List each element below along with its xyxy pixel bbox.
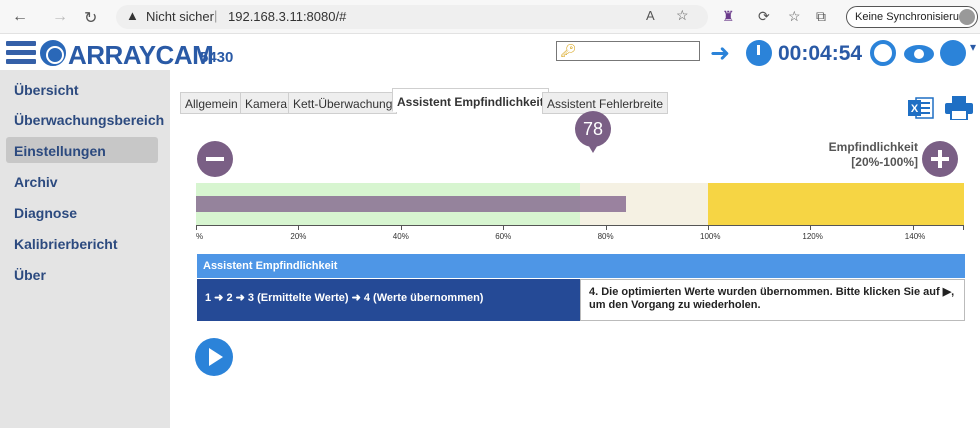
logo-icon: [40, 40, 66, 66]
scale-tick-label: 20%: [290, 232, 307, 241]
address-separator: |: [214, 8, 218, 23]
app-header: ARRAYCAM 5430 🔑︎ ➜ 00:04:54: [0, 36, 980, 70]
decrease-button[interactable]: [197, 141, 233, 177]
print-icon[interactable]: [944, 96, 974, 120]
key-icon: 🔑︎: [560, 43, 577, 58]
forward-icon[interactable]: →: [52, 8, 68, 26]
back-icon[interactable]: ←: [12, 8, 28, 26]
scale-tick-label: %: [196, 232, 204, 241]
tab-assistent-fehlerbreite[interactable]: Assistent Fehlerbreite: [542, 92, 669, 114]
scale-tick: [963, 225, 964, 230]
clock-icon: [746, 40, 772, 66]
scale-tick: [503, 225, 505, 230]
favorite-icon[interactable]: ☆: [676, 7, 689, 24]
play-button[interactable]: [195, 338, 233, 376]
scale-tick: [708, 225, 709, 230]
sidebar-item-diagnose[interactable]: Diagnose: [6, 199, 158, 225]
sensitivity-value-marker: 78: [575, 111, 611, 153]
increase-button[interactable]: [922, 141, 958, 177]
tab-allgemein[interactable]: Allgemein: [180, 92, 243, 114]
assistant-title: Assistent Empfindlichkeit: [197, 254, 965, 278]
scale-tick: [400, 225, 402, 230]
scale-tick-label: 40%: [392, 232, 409, 241]
language-icon[interactable]: [940, 40, 976, 66]
security-label[interactable]: Nicht sicher: [146, 9, 214, 24]
scale-tick-label: 120%: [802, 232, 823, 241]
logout-icon[interactable]: ➜: [710, 39, 730, 68]
sidebar-item-kalibrierbericht[interactable]: Kalibrierbericht: [6, 230, 158, 256]
sidebar-item-ueber[interactable]: Über: [6, 261, 158, 287]
svg-text:X: X: [911, 103, 919, 115]
scale-zone: [708, 183, 964, 225]
sensitivity-bar: [196, 196, 627, 212]
read-aloud-icon[interactable]: A: [646, 8, 655, 23]
sensitivity-label-title: Empfindlichkeit: [828, 140, 918, 154]
sensitivity-scale[interactable]: [196, 183, 964, 225]
scale-tick-label: 100%: [700, 232, 721, 241]
sync-button[interactable]: Keine Synchronisierung: [846, 6, 978, 28]
sidebar-item-archiv[interactable]: Archiv: [6, 168, 158, 194]
scale-tick: [810, 225, 812, 230]
scale-tick-label: 80%: [597, 232, 614, 241]
session-timer: 00:04:54: [778, 42, 863, 65]
refresh-extension-icon[interactable]: ⟳: [758, 8, 770, 25]
tab-kamera[interactable]: Kamera: [240, 92, 293, 114]
menu-icon[interactable]: [6, 41, 36, 65]
excel-export-icon[interactable]: X: [908, 96, 934, 120]
scale-tick-label: 60%: [495, 232, 512, 241]
collections-icon[interactable]: ⧉: [816, 8, 826, 25]
scale-tick: [196, 225, 197, 230]
scale-tick: [912, 225, 914, 230]
scale-tick-label: 140%: [904, 232, 926, 241]
key-input[interactable]: 🔑︎: [556, 41, 700, 61]
warning-icon: ▲: [126, 8, 139, 23]
view-icon[interactable]: [904, 45, 934, 63]
scale-axis: [196, 225, 964, 226]
sidebar: Übersicht Überwachungsbereich Einstellun…: [0, 70, 170, 428]
sensitivity-label-range: [20%-100%]: [851, 155, 918, 169]
brand-name: ARRAYCAM: [68, 40, 214, 70]
sidebar-item-ueberwachungsbereich[interactable]: Überwachungsbereich: [6, 106, 164, 132]
scale-tick: [298, 225, 300, 230]
tab-kett-ueberwachung[interactable]: Kett-Überwachung: [288, 92, 398, 114]
favorites-icon[interactable]: ☆: [788, 8, 801, 25]
address-bar[interactable]: ▲ Nicht sicher | 192.168.3.11:8080/# A ☆: [116, 5, 708, 29]
url-text[interactable]: 192.168.3.11:8080/#: [228, 9, 346, 24]
browser-toolbar: ← → ↻ ▲ Nicht sicher | 192.168.3.11:8080…: [0, 0, 980, 34]
sidebar-item-einstellungen[interactable]: Einstellungen: [6, 137, 158, 163]
assistant-steps: 1 ➜ 2 ➜ 3 (Ermittelte Werte) ➜ 4 (Werte …: [197, 279, 580, 321]
tab-assistent-empfindlichkeit[interactable]: Assistent Empfindlichkeit: [392, 88, 549, 112]
model-number: 5430: [200, 49, 234, 66]
profile-avatar: [959, 9, 975, 25]
sensitivity-label: Empfindlichkeit [20%-100%]: [796, 140, 918, 170]
extension-icon[interactable]: ♜: [722, 8, 735, 25]
sidebar-item-uebersicht[interactable]: Übersicht: [6, 76, 158, 102]
reload-icon[interactable]: ↻: [84, 8, 97, 28]
scale-tick: [605, 225, 607, 230]
sync-label: Keine Synchronisierung: [855, 11, 972, 23]
settings-icon[interactable]: [870, 40, 896, 66]
assistant-message: 4. Die optimierten Werte wurden übernomm…: [580, 279, 965, 321]
